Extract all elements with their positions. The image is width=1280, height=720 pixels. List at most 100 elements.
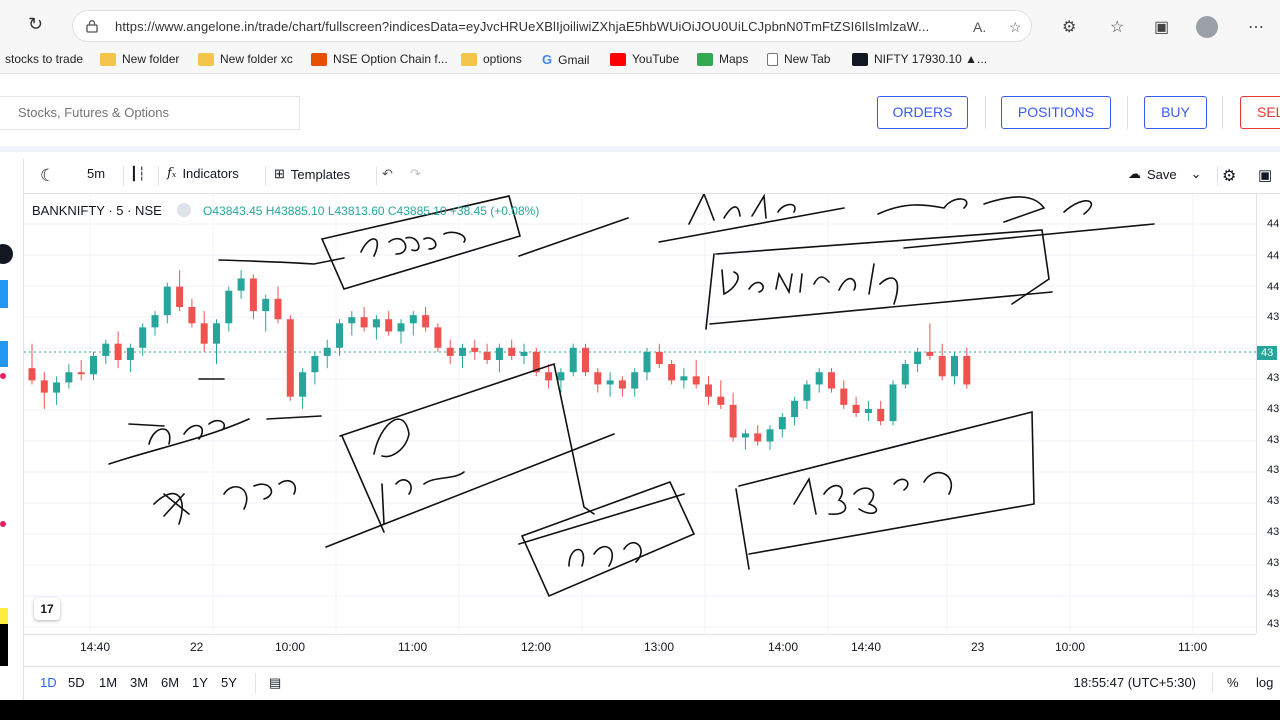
orders-button[interactable]: ORDERS bbox=[877, 96, 968, 129]
candle-body bbox=[262, 298, 270, 312]
eraser-tool-icon[interactable] bbox=[0, 624, 8, 666]
toolbar-divider bbox=[158, 166, 159, 186]
candle-body bbox=[483, 351, 491, 360]
trendline-tool-icon[interactable] bbox=[0, 280, 8, 308]
clock-readout[interactable]: 18:55:47 (UTC+5:30) bbox=[1074, 675, 1196, 690]
color-dot-icon[interactable] bbox=[0, 521, 6, 527]
price-label: 43 bbox=[1267, 495, 1280, 507]
positions-button[interactable]: POSITIONS bbox=[1001, 96, 1111, 129]
price-label: 43 bbox=[1267, 311, 1280, 323]
google-icon: G bbox=[542, 52, 553, 67]
price-label: 43 bbox=[1267, 434, 1280, 446]
bookmark-gmail[interactable]: G Gmail bbox=[542, 52, 589, 67]
profile-avatar[interactable] bbox=[1196, 16, 1218, 38]
symbol-label[interactable]: BANKNIFTY · 5 · NSE bbox=[32, 203, 162, 218]
candle-body bbox=[803, 384, 811, 401]
header-divider bbox=[1222, 96, 1223, 129]
url-text[interactable]: https://www.angelone.in/trade/chart/full… bbox=[115, 19, 929, 34]
range-5d-button[interactable]: 5D bbox=[68, 675, 85, 690]
time-axis[interactable]: 14:40 22 10:00 11:00 12:00 13:00 14:00 1… bbox=[24, 634, 1256, 658]
range-1d-button[interactable]: 1D bbox=[40, 675, 57, 690]
interval-button[interactable]: 5m bbox=[87, 166, 105, 181]
color-dot-icon[interactable] bbox=[0, 373, 6, 379]
theme-moon-icon[interactable]: ☾ bbox=[40, 166, 55, 186]
price-chart[interactable] bbox=[24, 194, 1256, 634]
candle-body bbox=[225, 290, 233, 324]
bookmark-youtube[interactable]: YouTube bbox=[610, 52, 679, 66]
search-input[interactable] bbox=[0, 97, 290, 127]
candle-body bbox=[840, 388, 848, 405]
drawn-line bbox=[705, 253, 715, 330]
candle-body bbox=[409, 315, 417, 324]
buy-button[interactable]: BUY bbox=[1144, 96, 1207, 129]
bookmark-new-tab[interactable]: New Tab bbox=[767, 52, 830, 66]
candle-body bbox=[877, 408, 885, 422]
settings-gear-icon[interactable]: ⚙ bbox=[1222, 166, 1236, 186]
candle-body bbox=[372, 319, 380, 328]
drawn-line bbox=[218, 257, 345, 265]
read-aloud-icon[interactable]: A. bbox=[973, 19, 986, 35]
favorites-icon[interactable]: ☆ bbox=[1110, 17, 1124, 37]
save-button[interactable]: ☁ Save ⌄ bbox=[1128, 166, 1202, 182]
brush-tool-icon[interactable] bbox=[0, 341, 8, 367]
grid-icon: ⊞ bbox=[274, 166, 285, 181]
redo-icon[interactable]: ↷ bbox=[410, 166, 421, 182]
drawn-line bbox=[735, 488, 750, 570]
highlighter-tool-icon[interactable] bbox=[0, 608, 8, 624]
url-box[interactable]: https://www.angelone.in/trade/chart/full… bbox=[72, 10, 1032, 42]
range-5y-button[interactable]: 5Y bbox=[221, 675, 237, 690]
price-axis[interactable]: 44 44 44 43 43 43 43 43 43 43 43 43 43 4… bbox=[1256, 194, 1280, 634]
candle-body bbox=[741, 433, 749, 438]
range-6m-button[interactable]: 6M bbox=[161, 675, 179, 690]
bookmark-nifty[interactable]: NIFTY 17930.10 ▲... bbox=[852, 52, 987, 66]
candle-body bbox=[348, 317, 356, 324]
templates-button[interactable]: ⊞ Templates bbox=[274, 166, 350, 182]
bookmark-options[interactable]: options bbox=[461, 52, 522, 66]
tradingview-logo[interactable]: 17 bbox=[34, 598, 60, 620]
calendar-range-icon[interactable]: ▤ bbox=[269, 675, 281, 691]
range-1m-button[interactable]: 1M bbox=[99, 675, 117, 690]
lock-icon[interactable] bbox=[85, 19, 99, 33]
search-box[interactable] bbox=[0, 96, 300, 130]
indicators-button[interactable]: fₓ Indicators bbox=[167, 166, 239, 181]
bookmark-maps[interactable]: Maps bbox=[697, 52, 748, 66]
extensions-icon[interactable]: ⚙ bbox=[1062, 17, 1076, 37]
candle-body bbox=[754, 433, 762, 442]
candle-body bbox=[311, 355, 319, 373]
candle-body bbox=[237, 278, 245, 291]
bookmark-stocks-to-trade[interactable]: stocks to trade bbox=[5, 52, 83, 66]
drawn-line bbox=[903, 223, 1155, 249]
camera-icon[interactable]: ▣ bbox=[1258, 166, 1272, 184]
range-1y-button[interactable]: 1Y bbox=[192, 675, 208, 690]
candle-body bbox=[508, 347, 516, 356]
candle-body bbox=[618, 380, 626, 389]
log-scale-toggle[interactable]: log bbox=[1256, 675, 1273, 690]
candle-body bbox=[176, 286, 184, 307]
handwriting-zero bbox=[877, 198, 968, 215]
candle-body bbox=[655, 351, 663, 365]
nse-icon bbox=[311, 52, 327, 66]
candle-type-icon[interactable]: ┃┆ bbox=[130, 166, 146, 182]
undo-icon[interactable]: ↶ bbox=[382, 166, 393, 182]
candle-body bbox=[90, 355, 97, 375]
handwriting-banknifty bbox=[721, 263, 899, 305]
candle-body bbox=[77, 372, 85, 375]
reload-icon[interactable]: ↻ bbox=[28, 15, 48, 35]
collections-icon[interactable]: ▣ bbox=[1154, 17, 1169, 37]
time-label: 13:00 bbox=[644, 640, 675, 654]
candle-body bbox=[828, 372, 835, 389]
range-3m-button[interactable]: 3M bbox=[130, 675, 148, 690]
candle-body bbox=[188, 307, 196, 324]
function-icon: fₓ bbox=[167, 166, 177, 181]
bookmark-new-folder[interactable]: New folder bbox=[100, 52, 179, 66]
bookmark-nse-option-chain[interactable]: NSE Option Chain f... bbox=[311, 52, 448, 66]
favorite-icon[interactable]: ☆ bbox=[1009, 19, 1022, 36]
bookmark-new-folder-xc[interactable]: New folder xc bbox=[198, 52, 293, 66]
cursor-tool-icon[interactable] bbox=[0, 244, 13, 264]
candle-body bbox=[557, 372, 565, 381]
candle-body bbox=[249, 278, 257, 312]
sell-button[interactable]: SEL bbox=[1240, 96, 1280, 129]
more-icon[interactable]: ⋯ bbox=[1248, 17, 1264, 37]
percent-scale-toggle[interactable]: % bbox=[1227, 675, 1239, 690]
current-price-label: 43 bbox=[1257, 346, 1278, 360]
